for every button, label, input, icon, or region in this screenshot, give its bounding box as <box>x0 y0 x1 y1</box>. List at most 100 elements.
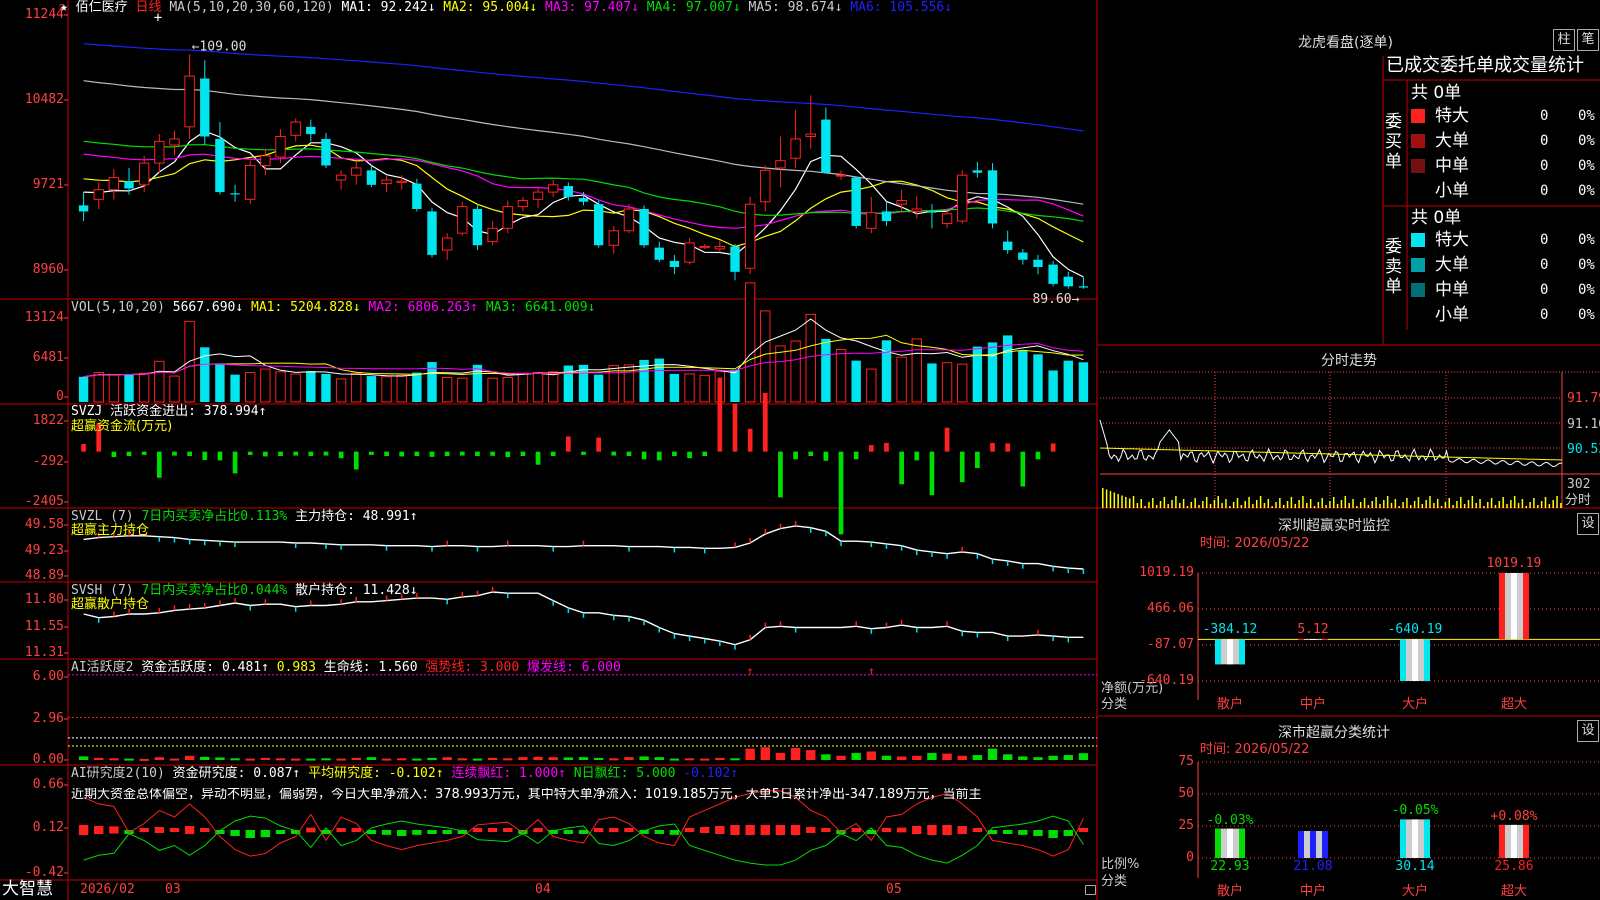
svzl-ytick: 49.23 <box>24 543 64 558</box>
svzj-flow-bar <box>399 451 405 457</box>
fenshi-volume-bar <box>1140 499 1142 508</box>
candle-body-up <box>381 179 392 185</box>
monitor-bar-edge <box>1499 573 1505 640</box>
fenshi-volume-bar <box>1533 498 1535 508</box>
order-swatch-buy <box>1411 159 1425 173</box>
main-legend-item: MA4: 97.007↓ <box>638 0 741 15</box>
order-swatch-buy <box>1411 184 1425 198</box>
fenshi-volume-bar <box>1113 492 1116 508</box>
fenshi-volume-bar <box>1302 496 1304 508</box>
svzj-flow-bar <box>247 451 253 455</box>
activity-bar <box>1018 756 1028 760</box>
fenshi-volume-bar <box>1202 501 1204 508</box>
candle-body-up <box>941 213 953 224</box>
candle-body-down <box>972 170 983 173</box>
svsh-holding-line <box>83 591 1084 646</box>
candle-body-down <box>215 138 225 193</box>
tick-mode-button[interactable]: 笔 <box>1577 29 1599 51</box>
bar-mode-button[interactable]: 柱 <box>1553 29 1575 51</box>
svzl-legend-item: 7日内买卖净占比0.113% <box>133 509 288 524</box>
fenshi-volume-bar <box>1232 502 1235 508</box>
fenshi-volume-bar <box>1317 502 1320 508</box>
volume-bar <box>896 356 907 403</box>
fenshi-volume-bar <box>1152 498 1154 508</box>
svzl-legend-item: 主力持仓: 48.991↑ <box>287 509 418 524</box>
svsh-ytick: 11.55 <box>24 619 64 634</box>
classify-bar-edge <box>1523 824 1529 858</box>
svzj-flow-bar <box>550 451 556 457</box>
volume-bar <box>108 374 120 403</box>
activity-bar <box>230 758 240 761</box>
classify-bar-edge <box>1400 819 1406 858</box>
activity-bar <box>1002 754 1013 760</box>
stock-name[interactable]: 佰仁医疗 <box>76 0 128 15</box>
volume-bar <box>1078 362 1089 402</box>
volume-bar <box>472 364 483 402</box>
order-swatch-buy <box>1411 134 1425 148</box>
research-bar <box>169 828 180 832</box>
fenshi-volume-bar <box>1429 496 1431 508</box>
monitor-settings-button[interactable]: 设 <box>1577 513 1599 535</box>
research-bar <box>1018 830 1028 835</box>
activity-bar <box>881 755 892 760</box>
volume-bar <box>760 310 771 403</box>
activity-bar <box>442 757 452 760</box>
svzj-flow-bar <box>323 451 329 456</box>
candle-body-down <box>987 170 998 224</box>
research-bar <box>139 828 149 832</box>
svzj-flow-bar <box>353 451 359 470</box>
period-label[interactable]: 日线 <box>136 0 162 15</box>
ai1-legend: AI活跃度2 资金活跃度: 0.481↑ 0.983 生命线: 1.560 强势… <box>71 661 621 675</box>
kline-chart-area[interactable]: ←109.0089.60→↑ ↑?+ <box>0 0 1600 900</box>
main-ytick: 8960 <box>32 262 64 277</box>
candle-body-down <box>1048 264 1058 284</box>
research-bar <box>881 828 892 832</box>
candle-body-up <box>275 136 286 158</box>
svzj-flow-bar <box>535 451 541 465</box>
vol-legend-item: MA2: 6806.263↑ <box>360 300 479 315</box>
monitor-bar-edge <box>1239 639 1245 665</box>
svzj-flow-bar <box>414 451 420 457</box>
volume-bar <box>881 340 892 402</box>
activity-bar <box>200 756 210 760</box>
research-bar <box>942 825 952 835</box>
main-legend-item: MA6: 105.556↓ <box>842 0 953 15</box>
svzj-flow-bar <box>914 451 920 461</box>
activity-bar <box>397 758 407 761</box>
brand-logo[interactable]: 大智慧 <box>2 880 53 899</box>
fenshi-avg-line <box>1099 447 1563 461</box>
vol-ytick: 0 <box>56 389 64 404</box>
svzj-flow-bar <box>202 451 208 460</box>
activity-arrow-icon: ↑ <box>747 664 754 678</box>
candle-body-down <box>427 211 437 255</box>
activity-bar <box>533 756 543 760</box>
volume-bar <box>805 313 816 403</box>
candle-body-down <box>730 246 740 272</box>
volume-bar <box>669 373 680 402</box>
order-count: 0 <box>1540 282 1549 298</box>
activity-bar <box>927 752 937 760</box>
fenshi-volume-bar <box>1448 498 1450 508</box>
classify-category-label: 超大 <box>1500 884 1527 899</box>
svzj-flow-bar <box>823 451 829 461</box>
candle-body-down <box>1002 241 1013 251</box>
volume-bar <box>275 371 286 403</box>
main-legend-item: MA1: 92.242↓ <box>333 0 436 15</box>
candle-body-down <box>639 209 649 246</box>
candle-body-up <box>699 245 710 249</box>
order-size-label: 大单 <box>1435 255 1469 275</box>
volume-bar <box>987 342 998 402</box>
fenshi-volume-bar <box>1521 499 1524 508</box>
fenshi-volume-bar <box>1421 504 1424 508</box>
activity-bar <box>851 752 861 760</box>
activity-bar <box>351 757 361 760</box>
classify-settings-button[interactable]: 设 <box>1577 720 1599 742</box>
fenshi-volume-bar <box>1190 502 1193 508</box>
candle-body-down <box>821 119 831 173</box>
svzj-ytick: -292 <box>32 454 64 469</box>
activity-bar <box>503 758 513 761</box>
research-bar <box>775 825 786 835</box>
lock-icon[interactable] <box>1085 885 1096 895</box>
svzj-flow-bar <box>172 451 177 456</box>
candle-body-down <box>593 204 604 246</box>
